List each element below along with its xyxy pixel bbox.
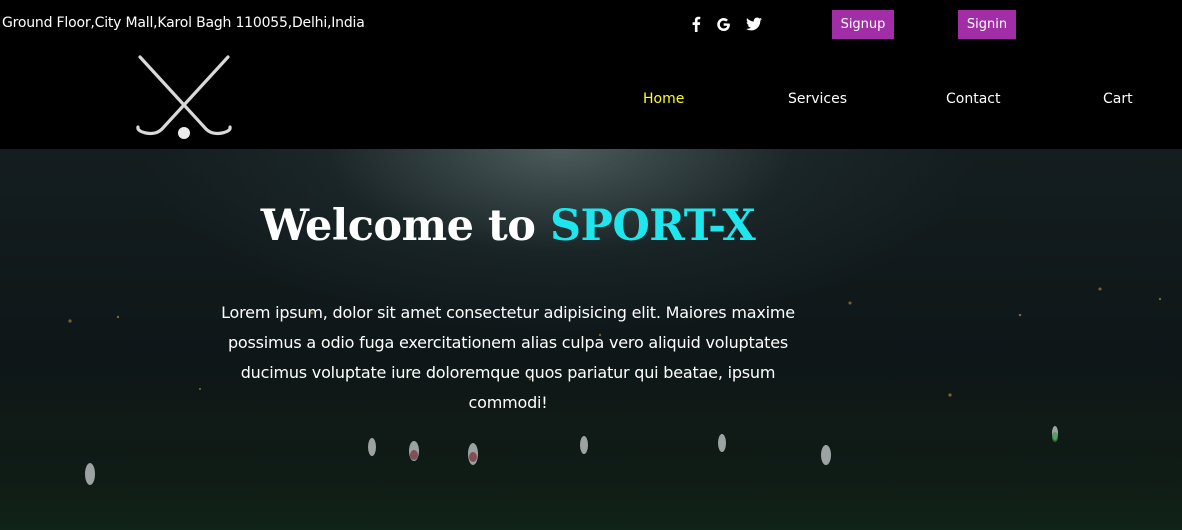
- twitter-icon[interactable]: [745, 14, 763, 34]
- main-navbar: Home Services Contact Cart: [0, 50, 1182, 149]
- nav-cart[interactable]: Cart: [1103, 91, 1133, 107]
- nav-services[interactable]: Services: [788, 91, 847, 107]
- hero-title-prefix: Welcome to: [260, 201, 550, 251]
- signin-button[interactable]: Signin: [958, 10, 1016, 39]
- crossed-hockey-sticks-icon[interactable]: [134, 53, 234, 145]
- hero-section: Welcome to SPORT-X Lorem ipsum, dolor si…: [0, 149, 1182, 530]
- brand-name: SPORT-X: [549, 201, 756, 251]
- nav-home[interactable]: Home: [643, 91, 684, 107]
- signup-button[interactable]: Signup: [832, 10, 894, 39]
- store-address: Ground Floor,City Mall,Karol Bagh 110055…: [2, 15, 365, 31]
- hero-description: Lorem ipsum, dolor sit amet consectetur …: [221, 303, 795, 412]
- nav-contact[interactable]: Contact: [946, 91, 1000, 107]
- google-icon[interactable]: [714, 14, 732, 34]
- facebook-icon[interactable]: [687, 14, 705, 34]
- top-bar: Ground Floor,City Mall,Karol Bagh 110055…: [0, 0, 1182, 50]
- hero-title: Welcome to SPORT-X: [0, 201, 1016, 251]
